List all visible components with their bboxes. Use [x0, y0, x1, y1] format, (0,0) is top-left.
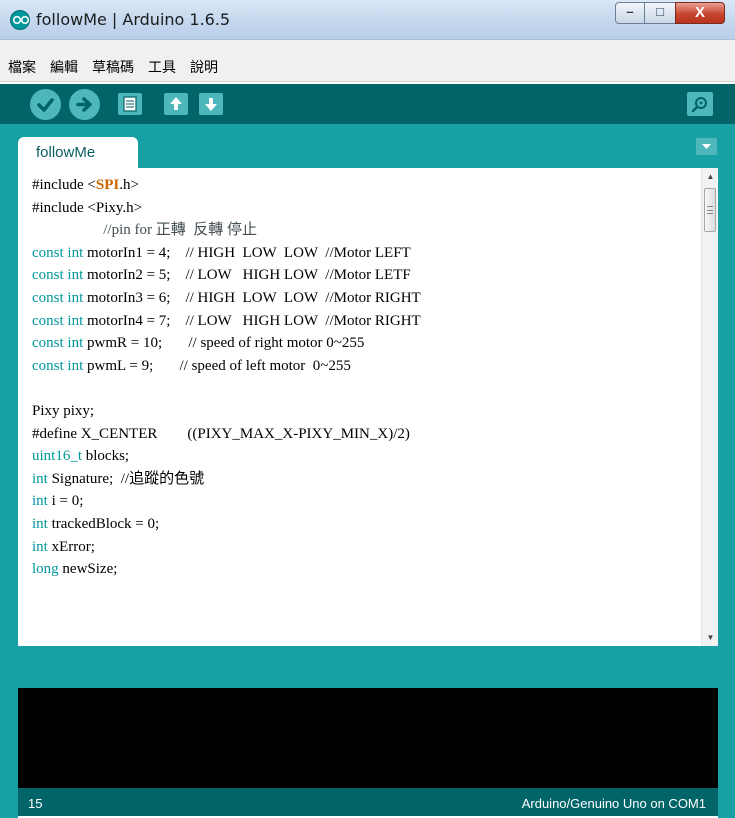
open-button[interactable] — [164, 93, 188, 115]
arduino-logo-icon — [10, 10, 30, 30]
menu-file[interactable]: 檔案 — [6, 57, 38, 77]
scroll-up-arrow-icon[interactable]: ▲ — [702, 168, 718, 185]
new-icon — [123, 96, 137, 112]
tab-menu-button[interactable] — [696, 138, 717, 155]
code-line: const int motorIn1 = 4; // HIGH LOW LOW … — [32, 244, 411, 261]
menu-edit[interactable]: 編輯 — [48, 57, 80, 77]
window-title: followMe | Arduino 1.6.5 — [36, 10, 231, 29]
new-button[interactable] — [118, 93, 142, 115]
message-area — [18, 646, 718, 688]
minimize-icon: – — [626, 4, 634, 19]
minimize-button[interactable]: – — [615, 2, 645, 24]
maximize-icon: □ — [656, 4, 664, 19]
serial-monitor-button[interactable] — [687, 92, 713, 116]
library-name: SPI — [95, 177, 120, 193]
close-icon: X — [694, 4, 705, 21]
menubar-spacer — [0, 40, 735, 52]
console-output[interactable] — [18, 688, 718, 788]
menu-tools[interactable]: 工具 — [146, 57, 178, 77]
scroll-thumb[interactable] — [704, 188, 716, 232]
menu-bar: 檔案 編輯 草稿碼 工具 說明 — [0, 52, 735, 82]
code-line: const int motorIn3 = 6; // HIGH LOW LOW … — [32, 289, 421, 306]
title-bar: followMe | Arduino 1.6.5 – □ X — [0, 0, 735, 40]
right-frame — [718, 168, 735, 818]
verify-button[interactable] — [30, 89, 61, 120]
code-line: uint16_t blocks; — [32, 448, 130, 465]
code-line: Pixy pixy; — [32, 402, 95, 419]
close-button[interactable]: X — [675, 2, 725, 24]
toolbar — [0, 84, 735, 124]
line-number: 15 — [28, 796, 43, 811]
code-line: #include <Pixy.h> — [32, 199, 143, 216]
code-line: int xError; — [32, 538, 95, 555]
code-editor[interactable]: #include <SPI.h> #include <Pixy.h> //pin… — [18, 168, 718, 646]
status-bar: 15 Arduino/Genuino Uno on COM1 — [18, 788, 718, 816]
code-line: #include <SPI.h> — [32, 177, 139, 193]
code-line: int trackedBlock = 0; — [32, 515, 160, 532]
code-line: long newSize; — [32, 561, 118, 578]
board-port-label: Arduino/Genuino Uno on COM1 — [521, 796, 706, 811]
code-line: const int motorIn4 = 7; // LOW HIGH LOW … — [32, 312, 421, 329]
window-controls: – □ X — [615, 2, 725, 24]
code-line: int Signature; //追蹤的色號 — [32, 470, 205, 487]
upload-icon — [76, 97, 92, 112]
code-line: //pin for 正轉 反轉 停止 — [32, 222, 257, 239]
save-button[interactable] — [199, 93, 223, 115]
chevron-down-icon — [702, 144, 711, 149]
upload-button[interactable] — [69, 89, 100, 120]
vertical-scrollbar[interactable]: ▲ ▼ — [701, 168, 718, 646]
code-line: #define X_CENTER ((PIXY_MAX_X-PIXY_MIN_X… — [32, 425, 410, 442]
maximize-button[interactable]: □ — [645, 2, 675, 24]
menu-help[interactable]: 說明 — [188, 57, 220, 77]
serial-monitor-icon — [691, 97, 707, 113]
code-line: int i = 0; — [32, 493, 84, 510]
open-icon — [170, 97, 182, 110]
grip-icon — [707, 206, 713, 214]
tab-followme[interactable]: followMe — [18, 137, 138, 168]
code-area[interactable]: #include <SPI.h> #include <Pixy.h> //pin… — [32, 174, 692, 581]
left-frame — [0, 168, 18, 818]
save-icon — [205, 98, 217, 111]
verify-icon — [37, 98, 54, 112]
menu-sketch[interactable]: 草稿碼 — [90, 57, 136, 77]
tab-bar: followMe — [0, 124, 735, 168]
scroll-down-arrow-icon[interactable]: ▼ — [702, 629, 718, 646]
code-line: const int motorIn2 = 5; // LOW HIGH LOW … — [32, 267, 411, 284]
code-line: const int pwmR = 10; // speed of right m… — [32, 335, 365, 352]
code-line: const int pwmL = 9; // speed of left mot… — [32, 357, 351, 374]
